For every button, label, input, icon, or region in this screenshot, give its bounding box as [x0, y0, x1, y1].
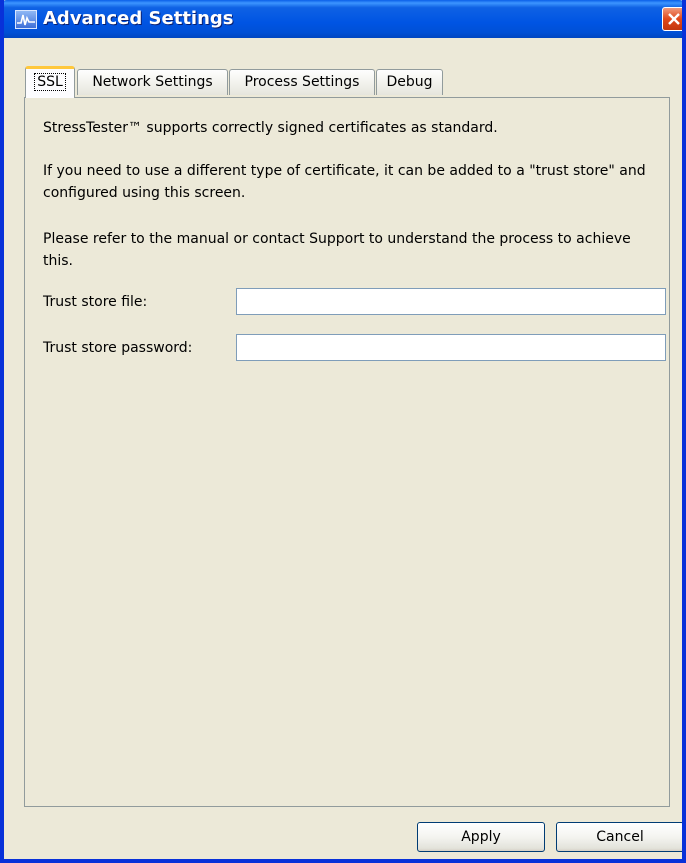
manual-info-text: Please refer to the manual or contact Su…	[43, 231, 631, 269]
tab-process-settings-label: Process Settings	[244, 74, 360, 90]
window-title: Advanced Settings	[43, 8, 234, 29]
tab-ssl-label: SSL	[34, 73, 66, 91]
tab-process-settings[interactable]: Process Settings	[229, 69, 375, 95]
apply-button[interactable]: Apply	[417, 822, 545, 852]
ssl-settings-panel: StressTester™ supports correctly signed …	[24, 97, 670, 807]
close-button[interactable]	[662, 7, 682, 31]
tab-debug[interactable]: Debug	[376, 69, 443, 95]
trust-store-file-label: Trust store file:	[43, 294, 148, 310]
trust-store-password-input[interactable]	[236, 334, 666, 361]
trust-store-password-label: Trust store password:	[43, 340, 193, 356]
trust-store-file-input[interactable]	[236, 288, 666, 315]
cancel-button[interactable]: Cancel	[556, 822, 682, 852]
stresstester-app-icon	[15, 10, 37, 29]
trust-store-info-text: If you need to use a different type of c…	[43, 163, 646, 201]
advanced-settings-window: Advanced Settings SSL Network Settings P…	[0, 0, 686, 863]
tab-debug-label: Debug	[386, 74, 433, 90]
tab-ssl[interactable]: SSL	[25, 66, 75, 98]
tab-network-settings-label: Network Settings	[92, 74, 213, 90]
ssl-intro-text: StressTester™ supports correctly signed …	[43, 120, 498, 136]
tab-network-settings[interactable]: Network Settings	[77, 69, 228, 95]
close-icon	[668, 13, 680, 25]
title-bar[interactable]: Advanced Settings	[4, 0, 682, 38]
